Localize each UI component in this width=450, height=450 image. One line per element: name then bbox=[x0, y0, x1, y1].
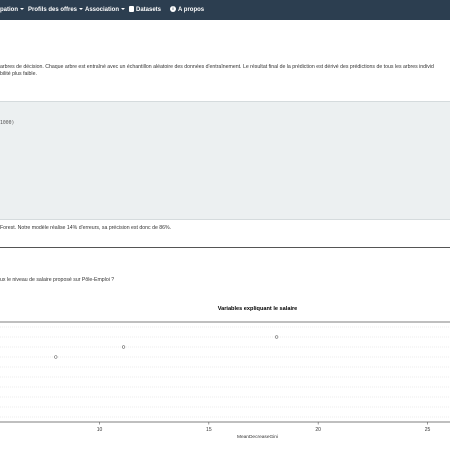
scatter-chart: 10 15 20 25 bbox=[0, 321, 450, 433]
nav-item-datasets[interactable]: Datasets bbox=[129, 0, 161, 20]
x-tick-label: 20 bbox=[315, 427, 321, 433]
caret-down-icon bbox=[121, 8, 126, 11]
navbar: pation Profils des offres Association Da… bbox=[0, 0, 450, 20]
x-tick-label: 15 bbox=[206, 427, 212, 433]
code-output-box: 1000) bbox=[0, 101, 450, 220]
paragraph-line-2: bilité plus faible. bbox=[0, 71, 37, 77]
caret-down-icon bbox=[20, 8, 24, 11]
database-icon bbox=[129, 6, 134, 13]
paragraph-line-1: arbres de décision. Chaque arbre est ent… bbox=[0, 64, 434, 70]
nav-item-exploration[interactable]: pation bbox=[0, 0, 24, 20]
x-axis-label: MeanDecreaseGini bbox=[236, 435, 279, 440]
x-axis-ticks: 10 15 20 25 bbox=[97, 422, 431, 433]
nav-item-a-propos[interactable]: iA propos bbox=[170, 0, 204, 20]
grid bbox=[0, 326, 450, 418]
result-text: Forest. Notre modèle réalise 14% d'erreu… bbox=[0, 225, 172, 231]
question-text: ux le niveau de salaire proposé sur Pôle… bbox=[0, 277, 115, 283]
x-tick-label: 10 bbox=[97, 427, 103, 433]
caret-down-icon bbox=[79, 8, 84, 11]
info-icon: i bbox=[170, 6, 176, 13]
divider bbox=[0, 247, 450, 248]
chart-title: Variables expliquant le salaire bbox=[217, 306, 298, 312]
nav-item-profils-des-offres[interactable]: Profils des offres bbox=[28, 0, 84, 20]
code-output: 1000) bbox=[0, 121, 15, 126]
x-tick-label: 25 bbox=[425, 427, 431, 433]
nav-item-association[interactable]: Association bbox=[85, 0, 126, 20]
